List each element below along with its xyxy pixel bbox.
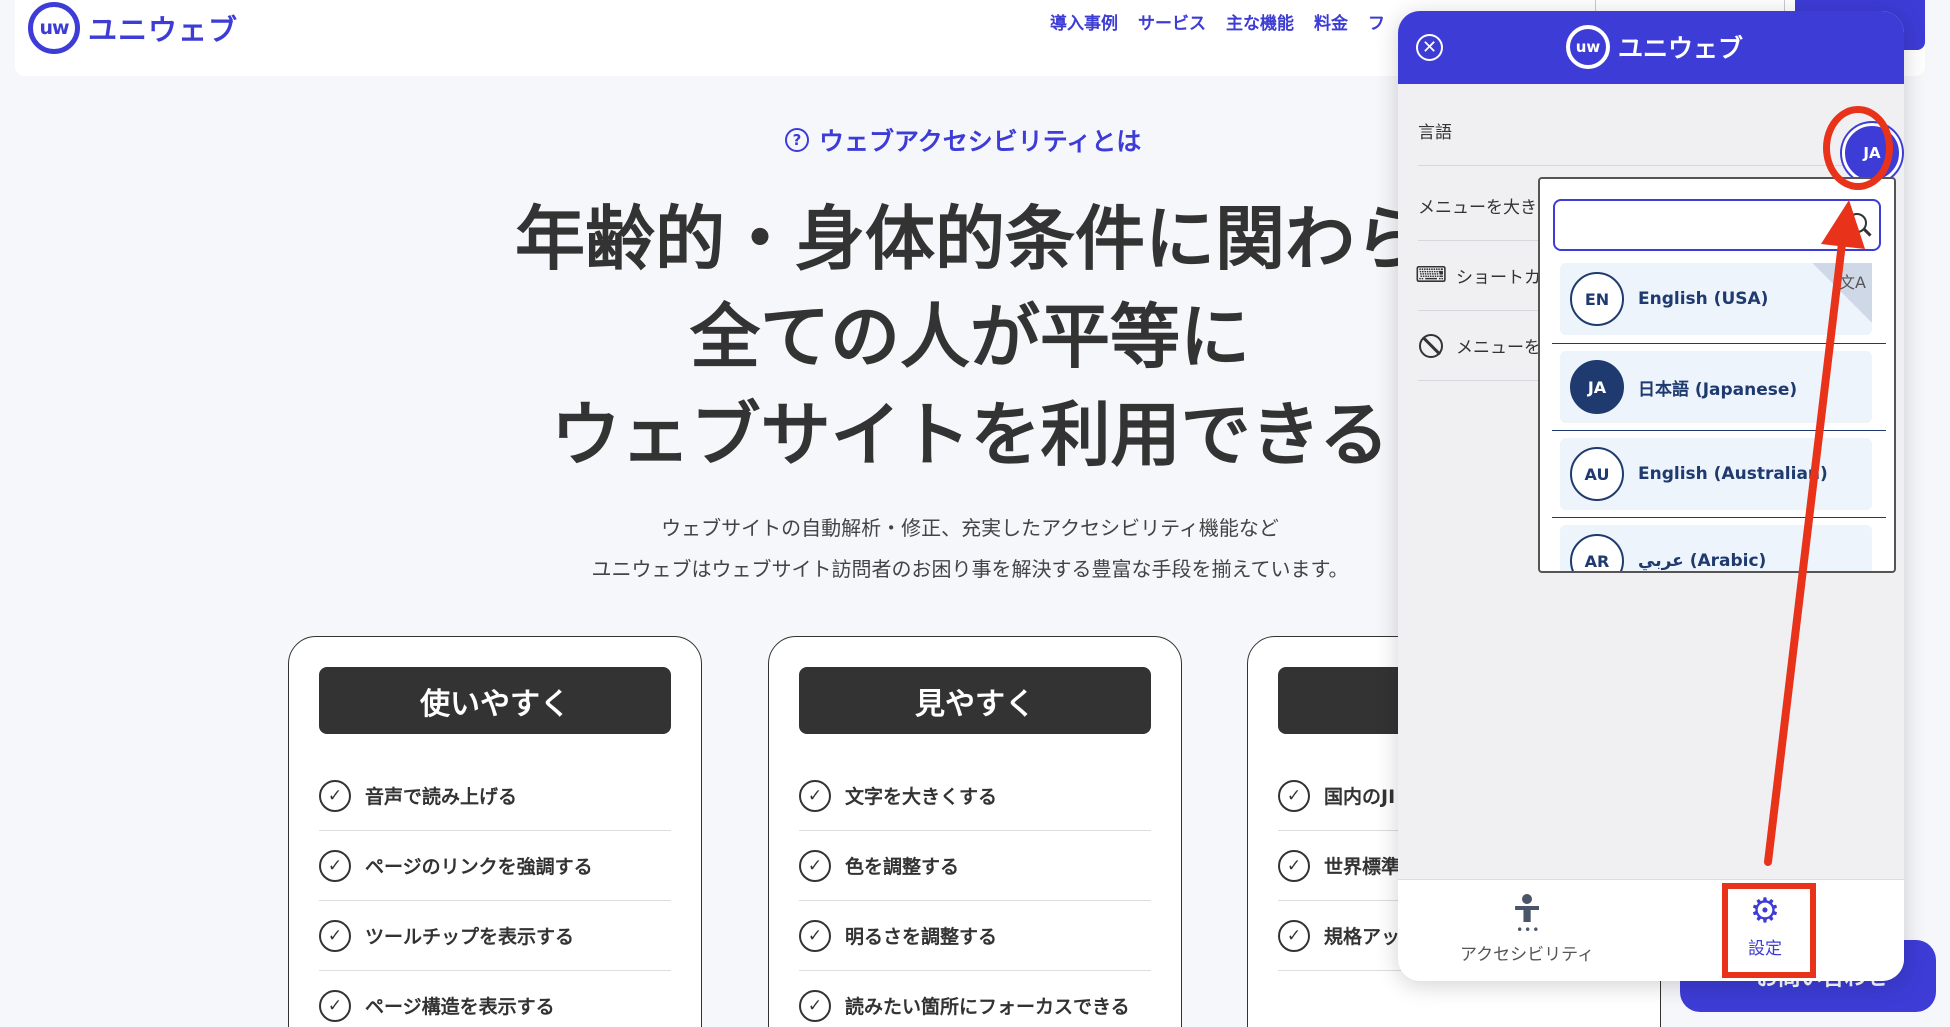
- nav-item-services[interactable]: サービス: [1138, 9, 1206, 34]
- check-circle-icon: ✓: [799, 779, 831, 812]
- feature-item: ✓ ツールチップを表示する: [319, 901, 671, 971]
- feature-item: ✓ ページ構造を表示する: [319, 971, 671, 1027]
- card-title: 見やすく: [799, 667, 1151, 734]
- language-badge: AR: [1570, 534, 1624, 571]
- divider: [1552, 430, 1886, 431]
- check-circle-icon: ✓: [1278, 779, 1310, 812]
- accessibility-person-icon: •••: [1512, 894, 1542, 936]
- language-option-en[interactable]: EN English (USA) 文A: [1560, 263, 1872, 335]
- panel-logo: uw ユニウェブ: [1566, 25, 1743, 69]
- setting-label: ショートカ: [1456, 268, 1541, 288]
- language-name: English (USA): [1638, 289, 1769, 309]
- feature-item: ✓ 色を調整する: [799, 831, 1151, 901]
- language-badge: AU: [1570, 447, 1624, 501]
- language-option-ar[interactable]: AR عربي (Arabic): [1560, 525, 1872, 571]
- language-search-input[interactable]: [1553, 199, 1881, 251]
- check-circle-icon: ✓: [319, 919, 351, 952]
- setting-row-language: 言語: [1418, 96, 1884, 166]
- ban-icon: [1418, 333, 1444, 359]
- uniweb-logo-icon: uw: [1566, 25, 1610, 69]
- keyboard-off-icon: ⌨: [1415, 263, 1447, 288]
- close-icon[interactable]: ✕: [1416, 34, 1443, 61]
- check-circle-icon: ✓: [1278, 849, 1310, 882]
- feature-card-usability: 使いやすく ✓ 音声で読み上げる ✓ ページのリンクを強調する ✓ ツールチップを表示…: [288, 636, 702, 1027]
- subtext-line-2: ユニウェブはウェブサイト訪問者のお困り事を解決する豊富な手段を揃えています。: [591, 557, 1349, 581]
- setting-label: メニューを大き: [1418, 198, 1537, 218]
- language-name: English (Australian): [1638, 464, 1828, 484]
- divider: [1552, 343, 1886, 344]
- translate-icon: 文A: [1812, 263, 1872, 323]
- headline-line-2: 全ての人が平等に: [690, 296, 1250, 378]
- search-icon: [1847, 213, 1867, 233]
- tab-accessibility[interactable]: ••• アクセシビリティ: [1460, 894, 1594, 965]
- intro-label-text: ウェブアクセシビリティとは: [819, 127, 1142, 156]
- panel-header: ✕ uw ユニウェブ: [1398, 11, 1904, 84]
- nav-item-truncated[interactable]: フ: [1368, 9, 1385, 34]
- site-logo[interactable]: uw ユニウェブ: [28, 0, 238, 56]
- site-logo-text: ユニウェブ: [88, 13, 239, 47]
- check-circle-icon: ✓: [319, 989, 351, 1022]
- nav-item-pricing[interactable]: 料金: [1314, 9, 1348, 34]
- check-circle-icon: ✓: [799, 989, 831, 1022]
- language-name: 日本語 (Japanese): [1638, 379, 1798, 400]
- uniweb-logo-icon: uw: [28, 2, 80, 54]
- language-badge: EN: [1570, 272, 1624, 326]
- panel-logo-text: ユニウェブ: [1618, 34, 1744, 63]
- setting-label: メニューを: [1456, 338, 1541, 358]
- subtext-line-1: ウェブサイトの自動解析・修正、充実したアクセシビリティ機能など: [661, 516, 1279, 540]
- divider: [1552, 517, 1886, 518]
- hero-headline: 年齢的・身体的条件に関わら 全ての人が平等に ウェブサイトを利用できる: [420, 190, 1520, 484]
- language-badge: JA: [1570, 360, 1624, 414]
- language-option-au[interactable]: AU English (Australian): [1560, 438, 1872, 510]
- feature-item: ✓ 音声で読み上げる: [319, 761, 671, 831]
- nav-item-features[interactable]: 主な機能: [1226, 9, 1294, 34]
- feature-card-visibility: 見やすく ✓ 文字を大きくする ✓ 色を調整する ✓ 明るさを調整する ✓ 読みたい箇所…: [768, 636, 1182, 1027]
- annotation-circle: [1823, 106, 1893, 190]
- check-circle-icon: ✓: [799, 849, 831, 882]
- check-circle-icon: ✓: [319, 849, 351, 882]
- panel-bottom-bar: ••• アクセシビリティ ⚙ 設定: [1398, 879, 1904, 981]
- language-option-ja[interactable]: JA 日本語 (Japanese): [1560, 351, 1872, 423]
- headline-line-1: 年齢的・身体的条件に関わら: [515, 198, 1425, 280]
- check-circle-icon: ✓: [1278, 919, 1310, 952]
- headline-line-3: ウェブサイトを利用できる: [550, 394, 1390, 476]
- tab-label: アクセシビリティ: [1460, 945, 1595, 965]
- hero-subtext: ウェブサイトの自動解析・修正、充実したアクセシビリティ機能など ユニウェブはウェ…: [420, 508, 1520, 590]
- language-name: عربي (Arabic): [1638, 551, 1767, 571]
- feature-item: ✓ 文字を大きくする: [799, 761, 1151, 831]
- nav-item-cases[interactable]: 導入事例: [1050, 9, 1118, 34]
- feature-item: ✓ 読みたい箇所にフォーカスできる: [799, 971, 1151, 1027]
- feature-item: ✓ ページのリンクを強調する: [319, 831, 671, 901]
- intro-label: ? ウェブアクセシビリティとは: [785, 122, 1141, 158]
- feature-item: ✓ 明るさを調整する: [799, 901, 1151, 971]
- setting-label: 言語: [1418, 123, 1452, 143]
- check-circle-icon: ✓: [319, 779, 351, 812]
- annotation-rectangle: [1722, 883, 1816, 978]
- language-dropdown: EN English (USA) 文A JA 日本語 (Japanese) AU…: [1538, 177, 1896, 573]
- question-circle-icon: ?: [785, 128, 809, 152]
- check-circle-icon: ✓: [799, 919, 831, 952]
- main-nav: 導入事例 サービス 主な機能 料金 フ: [1050, 9, 1385, 34]
- card-title: 使いやすく: [319, 667, 671, 734]
